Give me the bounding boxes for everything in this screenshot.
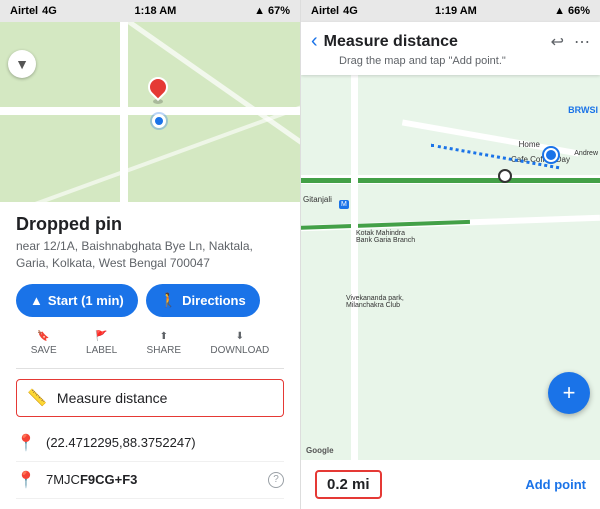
map-area-left[interactable]: ▼	[0, 22, 300, 202]
map-label-brwsi: BRWSI	[568, 105, 598, 115]
status-bar-right: Airtel 4G 1:19 AM ▲ 66%	[301, 0, 600, 22]
status-left-info: Airtel 4G	[10, 5, 57, 17]
download-icon: ⬇	[236, 331, 244, 342]
header-top: ‹ Measure distance ↩ ⋯	[311, 30, 590, 53]
plus-code-text: 7MJCF9CG+F3	[46, 472, 137, 487]
save-action[interactable]: 🔖 SAVE	[31, 331, 57, 356]
icon-row: 🔖 SAVE 🚩 LABEL ⬆ SHARE ⬇ DOWNLOAD	[16, 331, 284, 369]
walk-icon: 🚶	[160, 292, 177, 309]
pin-address: near 12/1A, Baishnabghata Bye Ln, Naktal…	[16, 238, 284, 272]
header-title: Measure distance	[324, 33, 458, 51]
map-background-left	[0, 22, 300, 202]
grid-icon: 📍	[16, 470, 36, 490]
header-actions: ↩ ⋯	[551, 32, 590, 52]
save-label: SAVE	[31, 345, 57, 356]
battery-right: 66%	[568, 5, 590, 17]
map-label-gitanjali: Gitanjali	[303, 195, 332, 204]
measure-distance-label: Measure distance	[57, 390, 168, 406]
action-buttons: ▲ Start (1 min) 🚶 Directions	[16, 284, 284, 317]
location-icon: 📍	[16, 433, 36, 453]
plus-code-item[interactable]: 📍 7MJCF9CG+F3 ?	[16, 462, 284, 499]
network-right: 4G	[343, 5, 358, 17]
time-left: 1:18 AM	[135, 5, 177, 17]
pin-title: Dropped pin	[16, 214, 284, 235]
plus-code-prefix: 7MJC	[46, 472, 80, 487]
map-label-google: Google	[306, 446, 334, 455]
add-point-button[interactable]: Add point	[525, 477, 586, 492]
plus-code-bold: F9CG+F3	[80, 472, 137, 487]
measure-point-end	[498, 169, 512, 183]
distance-badge: 0.2 mi	[315, 470, 382, 499]
fab-button[interactable]: +	[548, 372, 590, 414]
flag-icon: 🚩	[95, 331, 107, 342]
download-label: DOWNLOAD	[210, 345, 269, 356]
ruler-icon: 📏	[27, 388, 47, 408]
map-area-right[interactable]: BRWSI Gitanjali M Home Cafe Coffee Day K…	[301, 75, 600, 460]
share-label: SHARE	[147, 345, 181, 356]
start-label: Start (1 min)	[48, 293, 124, 308]
right-panel: Airtel 4G 1:19 AM ▲ 66% ‹ Measure distan…	[301, 0, 600, 509]
status-right-icons-r: ▲ 66%	[554, 5, 590, 17]
map-label-kotak: Kotak MahindraBank Garia Branch	[356, 230, 415, 244]
status-right-left: Airtel 4G	[311, 5, 358, 17]
blue-location-dot	[152, 114, 166, 128]
back-button[interactable]: ‹	[311, 30, 318, 53]
pin-head	[144, 73, 172, 101]
label-label: LABEL	[86, 345, 117, 356]
road-horizontal	[0, 107, 300, 115]
download-action[interactable]: ⬇ DOWNLOAD	[210, 331, 269, 356]
measure-point-start	[544, 148, 558, 162]
label-action[interactable]: 🚩 LABEL	[86, 331, 117, 356]
undo-button[interactable]: ↩	[551, 32, 564, 52]
measure-distance-item[interactable]: 📏 Measure distance	[16, 379, 284, 417]
measure-header: ‹ Measure distance ↩ ⋯ Drag the map and …	[301, 22, 600, 75]
bottom-sheet: Dropped pin near 12/1A, Baishnabghata By…	[0, 202, 300, 509]
map-label-home: Home	[519, 140, 540, 149]
bottom-bar: 0.2 mi Add point	[301, 460, 600, 509]
time-right: 1:19 AM	[435, 5, 477, 17]
more-options-button[interactable]: ⋯	[574, 32, 590, 52]
left-panel: Airtel 4G 1:18 AM ▲ 67% ▼ Dropped pin ne…	[0, 0, 300, 509]
share-action[interactable]: ⬆ SHARE	[147, 331, 181, 356]
help-icon[interactable]: ?	[268, 472, 284, 488]
status-right-icons: ▲ 67%	[254, 5, 290, 17]
directions-button[interactable]: 🚶 Directions	[146, 284, 260, 317]
carrier-right: Airtel	[311, 5, 339, 17]
status-bar-left: Airtel 4G 1:18 AM ▲ 67%	[0, 0, 300, 22]
directions-label: Directions	[182, 293, 246, 308]
dropped-pin	[148, 77, 168, 104]
road-diagonal-1	[17, 22, 300, 187]
start-button[interactable]: ▲ Start (1 min)	[16, 284, 138, 317]
signal-icon-r: ▲	[554, 5, 565, 17]
share-icon: ⬆	[160, 331, 168, 342]
map-label-andrew: Andrew	[574, 150, 598, 157]
map-label-metro: M	[339, 200, 349, 209]
header-subtitle: Drag the map and tap "Add point."	[311, 55, 590, 67]
battery-left: 67%	[268, 5, 290, 17]
road-v1	[351, 75, 358, 460]
carrier-left: Airtel	[10, 5, 38, 17]
road-green1	[301, 178, 600, 183]
road-vertical	[120, 22, 128, 202]
bookmark-icon: 🔖	[37, 331, 49, 342]
car-icon: ▲	[30, 293, 43, 308]
signal-icon: ▲	[254, 5, 265, 17]
coordinates-item[interactable]: 📍 (22.4712295,88.3752247)	[16, 425, 284, 462]
header-left: ‹ Measure distance	[311, 30, 458, 53]
network-left: 4G	[42, 5, 57, 17]
map-label-vivekananda: Vivekananda park,Milanchakra Club	[346, 295, 404, 309]
map-back-button[interactable]: ▼	[8, 50, 36, 78]
coordinates-text: (22.4712295,88.3752247)	[46, 435, 196, 450]
